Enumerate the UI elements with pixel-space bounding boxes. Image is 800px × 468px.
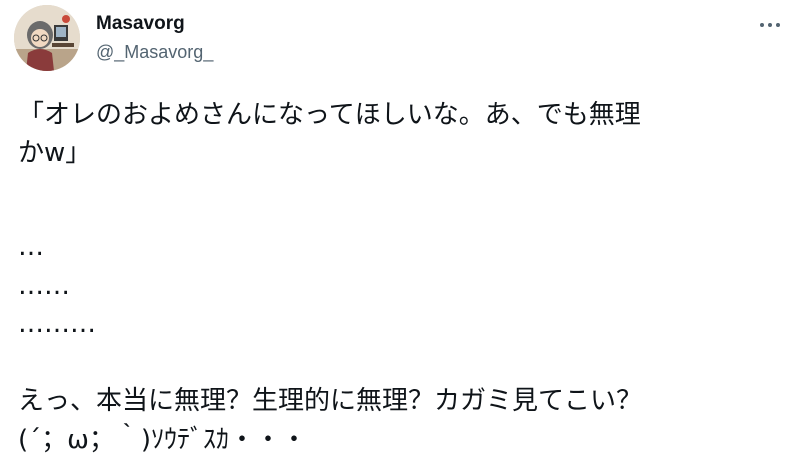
tweet-line: (´；ω；｀)ｿｳﾃﾞｽｶ・・・ bbox=[18, 425, 308, 455]
author-display-name[interactable]: Masavorg bbox=[96, 12, 185, 36]
tweet-line: … bbox=[18, 232, 44, 262]
tweet-card: Masavorg @_Masavorg_ 「オレのおよめさんになってほしいな。あ… bbox=[0, 0, 800, 468]
avatar-illustration-icon bbox=[14, 5, 80, 71]
tweet-line: …… bbox=[18, 271, 70, 301]
tweet-line: 「オレのおよめさんになってほしいな。あ、でも無理 bbox=[18, 100, 641, 130]
more-options-icon bbox=[760, 23, 780, 27]
avatar[interactable] bbox=[14, 5, 80, 71]
tweet-line: えっ、本当に無理？生理的に無理？カガミ見てこい？ bbox=[18, 386, 643, 416]
more-options-button[interactable] bbox=[754, 14, 786, 36]
tweet-line: ……… bbox=[18, 309, 96, 339]
tweet-line: かw」 bbox=[18, 138, 92, 168]
author-handle[interactable]: @_Masavorg_ bbox=[96, 40, 213, 64]
